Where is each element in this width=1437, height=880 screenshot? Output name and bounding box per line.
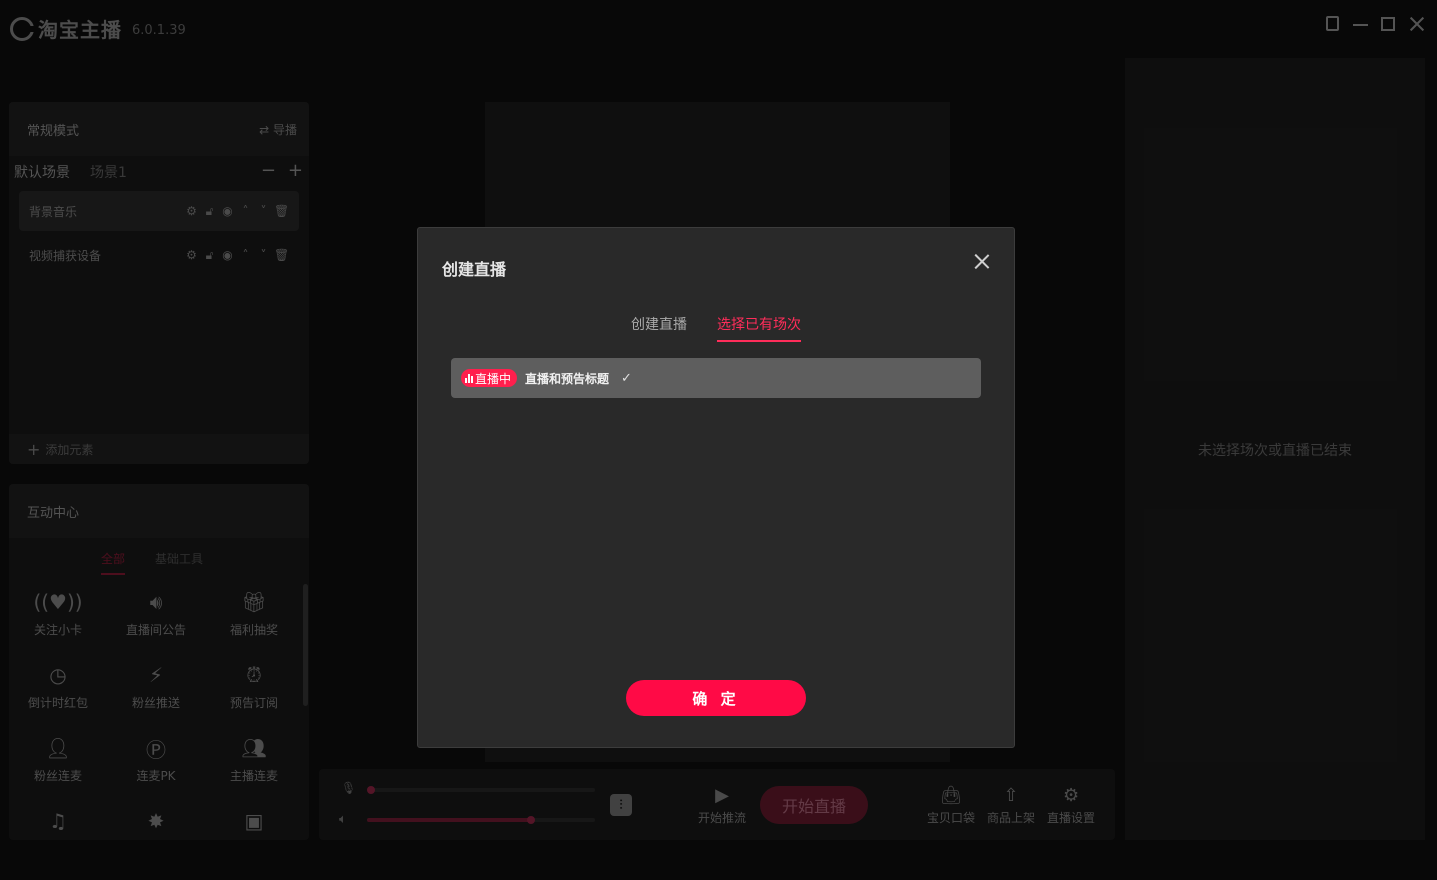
tab-select-session[interactable]: 选择已有场次 [717, 314, 801, 342]
session-title: 直播和预告标题 [525, 371, 610, 386]
confirm-button[interactable]: 确 定 [626, 680, 806, 716]
tab-create-live[interactable]: 创建直播 [631, 314, 687, 342]
live-badge-label: 直播中 [475, 371, 512, 386]
live-bars-icon [465, 373, 473, 383]
check-icon: ✓ [621, 370, 632, 386]
dialog-title: 创建直播 [442, 260, 507, 279]
close-icon[interactable] [974, 254, 990, 270]
create-live-dialog: 创建直播 创建直播 选择已有场次 直播中 直播和预告标题 ✓ 确 定 [417, 227, 1015, 748]
session-item[interactable]: 直播中 直播和预告标题 ✓ [451, 358, 981, 398]
live-status-badge: 直播中 [461, 369, 518, 387]
